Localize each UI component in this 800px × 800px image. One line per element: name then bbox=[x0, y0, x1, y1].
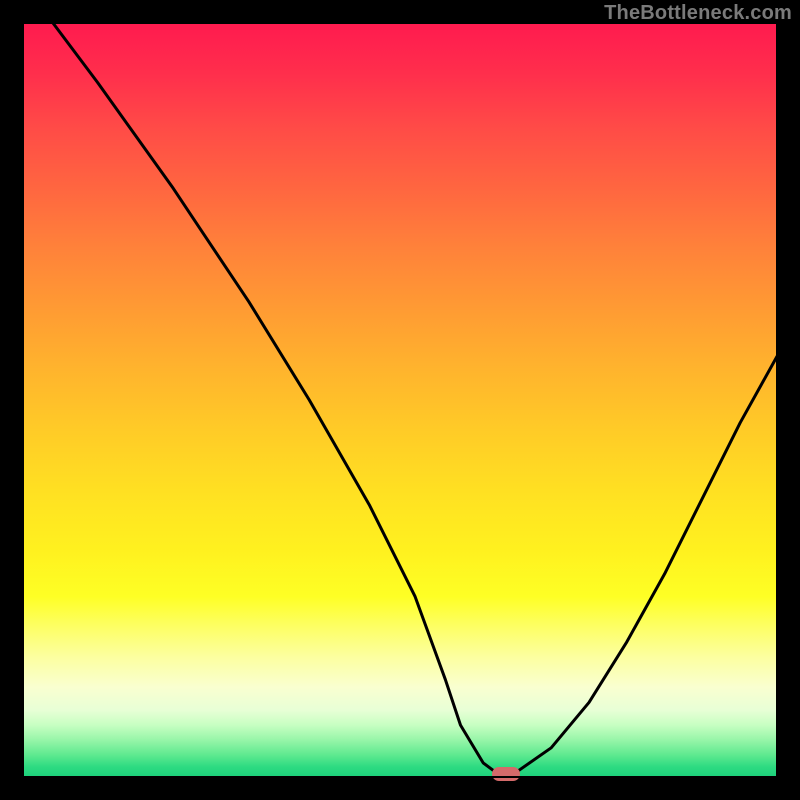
optimal-marker bbox=[492, 767, 520, 781]
chart-frame bbox=[22, 22, 778, 778]
bottleneck-curve bbox=[22, 22, 778, 778]
plot-area bbox=[22, 22, 778, 778]
